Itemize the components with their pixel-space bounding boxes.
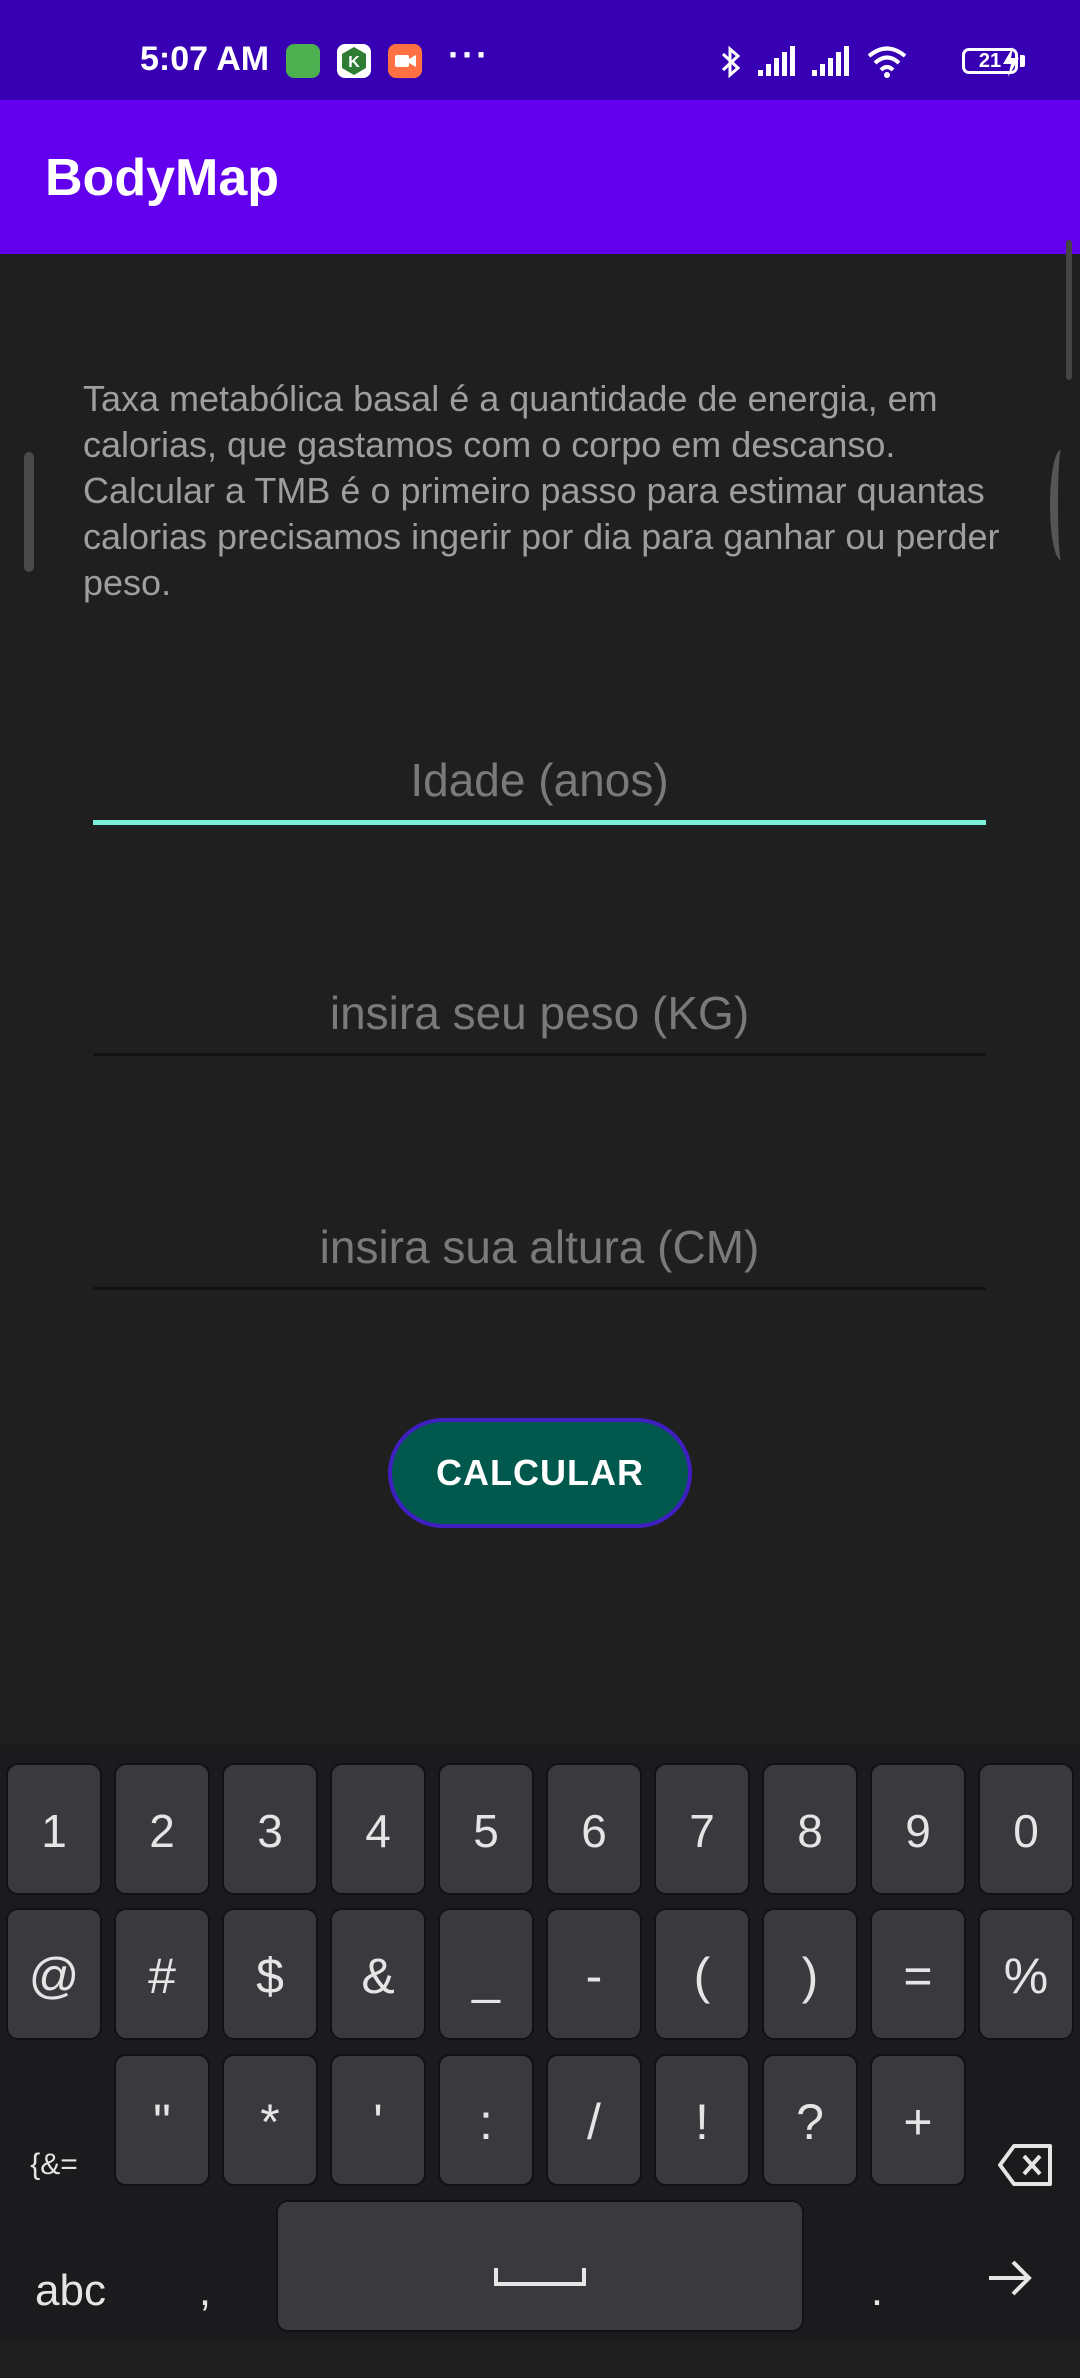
symbol-key[interactable]: = bbox=[870, 1908, 966, 2040]
symbol-key[interactable]: / bbox=[546, 2054, 642, 2186]
symbol-key[interactable]: + bbox=[870, 2054, 966, 2186]
symbol-key[interactable]: ? bbox=[762, 2054, 858, 2186]
bluetooth-icon bbox=[721, 45, 741, 79]
symbol-key[interactable]: ) bbox=[762, 1908, 858, 2040]
space-key[interactable] bbox=[276, 2200, 804, 2332]
symbol-key[interactable]: & bbox=[330, 1908, 426, 2040]
number-key[interactable]: 5 bbox=[438, 1763, 534, 1895]
tmb-description: Taxa metabólica basal é a quantidade de … bbox=[83, 378, 1000, 603]
signal-icon bbox=[758, 46, 795, 76]
next-arrow-icon bbox=[989, 2260, 1032, 2296]
comma-key[interactable]: , bbox=[160, 2203, 250, 2328]
symbol-keyboard: 1234567890 @ # $ & _ -() =% " * ': /!? + {&= abc ,… bbox=[0, 1745, 1080, 2340]
number-key[interactable]: 6 bbox=[546, 1763, 642, 1895]
k-notification-icon: K bbox=[337, 44, 371, 78]
wifi-icon bbox=[867, 46, 907, 78]
number-key[interactable]: 3 bbox=[222, 1763, 318, 1895]
backspace-icon bbox=[998, 2144, 1052, 2186]
signal-icon bbox=[812, 46, 849, 76]
symbol-key[interactable]: $ bbox=[222, 1908, 318, 2040]
app-bar: BodyMap bbox=[0, 100, 1080, 254]
edge-handle bbox=[24, 452, 34, 572]
status-time: 5:07 AM bbox=[140, 40, 270, 78]
symbol-key[interactable]: - bbox=[546, 1908, 642, 2040]
app-title: BodyMap bbox=[45, 149, 279, 207]
symbol-key[interactable]: ( bbox=[654, 1908, 750, 2040]
video-notification-icon bbox=[388, 44, 422, 78]
number-key[interactable]: 8 bbox=[762, 1763, 858, 1895]
symbol-key[interactable]: * bbox=[222, 2054, 318, 2186]
symbol-key[interactable]: # bbox=[114, 1908, 210, 2040]
edge-handle bbox=[1050, 450, 1072, 560]
symbol-key[interactable]: ' bbox=[330, 2054, 426, 2186]
symbol-key[interactable]: " bbox=[114, 2054, 210, 2186]
symbol-key[interactable]: % bbox=[978, 1908, 1074, 2040]
abc-key[interactable]: abc bbox=[8, 2203, 133, 2328]
cat-notification-icon bbox=[286, 44, 320, 78]
charging-icon bbox=[1003, 47, 1019, 77]
status-bar: 5:07 AM K ··· 21 bbox=[0, 0, 1080, 100]
scrollbar[interactable] bbox=[1066, 240, 1072, 380]
symbol-key[interactable]: : bbox=[438, 2054, 534, 2186]
age-input[interactable] bbox=[93, 740, 986, 825]
symbol-key[interactable]: @ bbox=[6, 1908, 102, 2040]
period-key[interactable]: . bbox=[832, 2203, 922, 2328]
weight-input[interactable] bbox=[93, 973, 986, 1056]
symbol-key[interactable]: ! bbox=[654, 2054, 750, 2186]
number-key[interactable]: 2 bbox=[114, 1763, 210, 1895]
calculate-button[interactable]: CALCULAR bbox=[388, 1418, 692, 1528]
next-key[interactable] bbox=[960, 2203, 1060, 2328]
symbol-key[interactable]: _ bbox=[438, 1908, 534, 2040]
height-input[interactable] bbox=[93, 1207, 986, 1290]
number-key[interactable]: 7 bbox=[654, 1763, 750, 1895]
number-key[interactable]: 4 bbox=[330, 1763, 426, 1895]
space-icon bbox=[494, 2268, 586, 2286]
number-key[interactable]: 9 bbox=[870, 1763, 966, 1895]
number-key[interactable]: 1 bbox=[6, 1763, 102, 1895]
svg-text:K: K bbox=[348, 54, 360, 71]
number-key[interactable]: 0 bbox=[978, 1763, 1074, 1895]
more-notifications-icon: ··· bbox=[448, 34, 490, 75]
